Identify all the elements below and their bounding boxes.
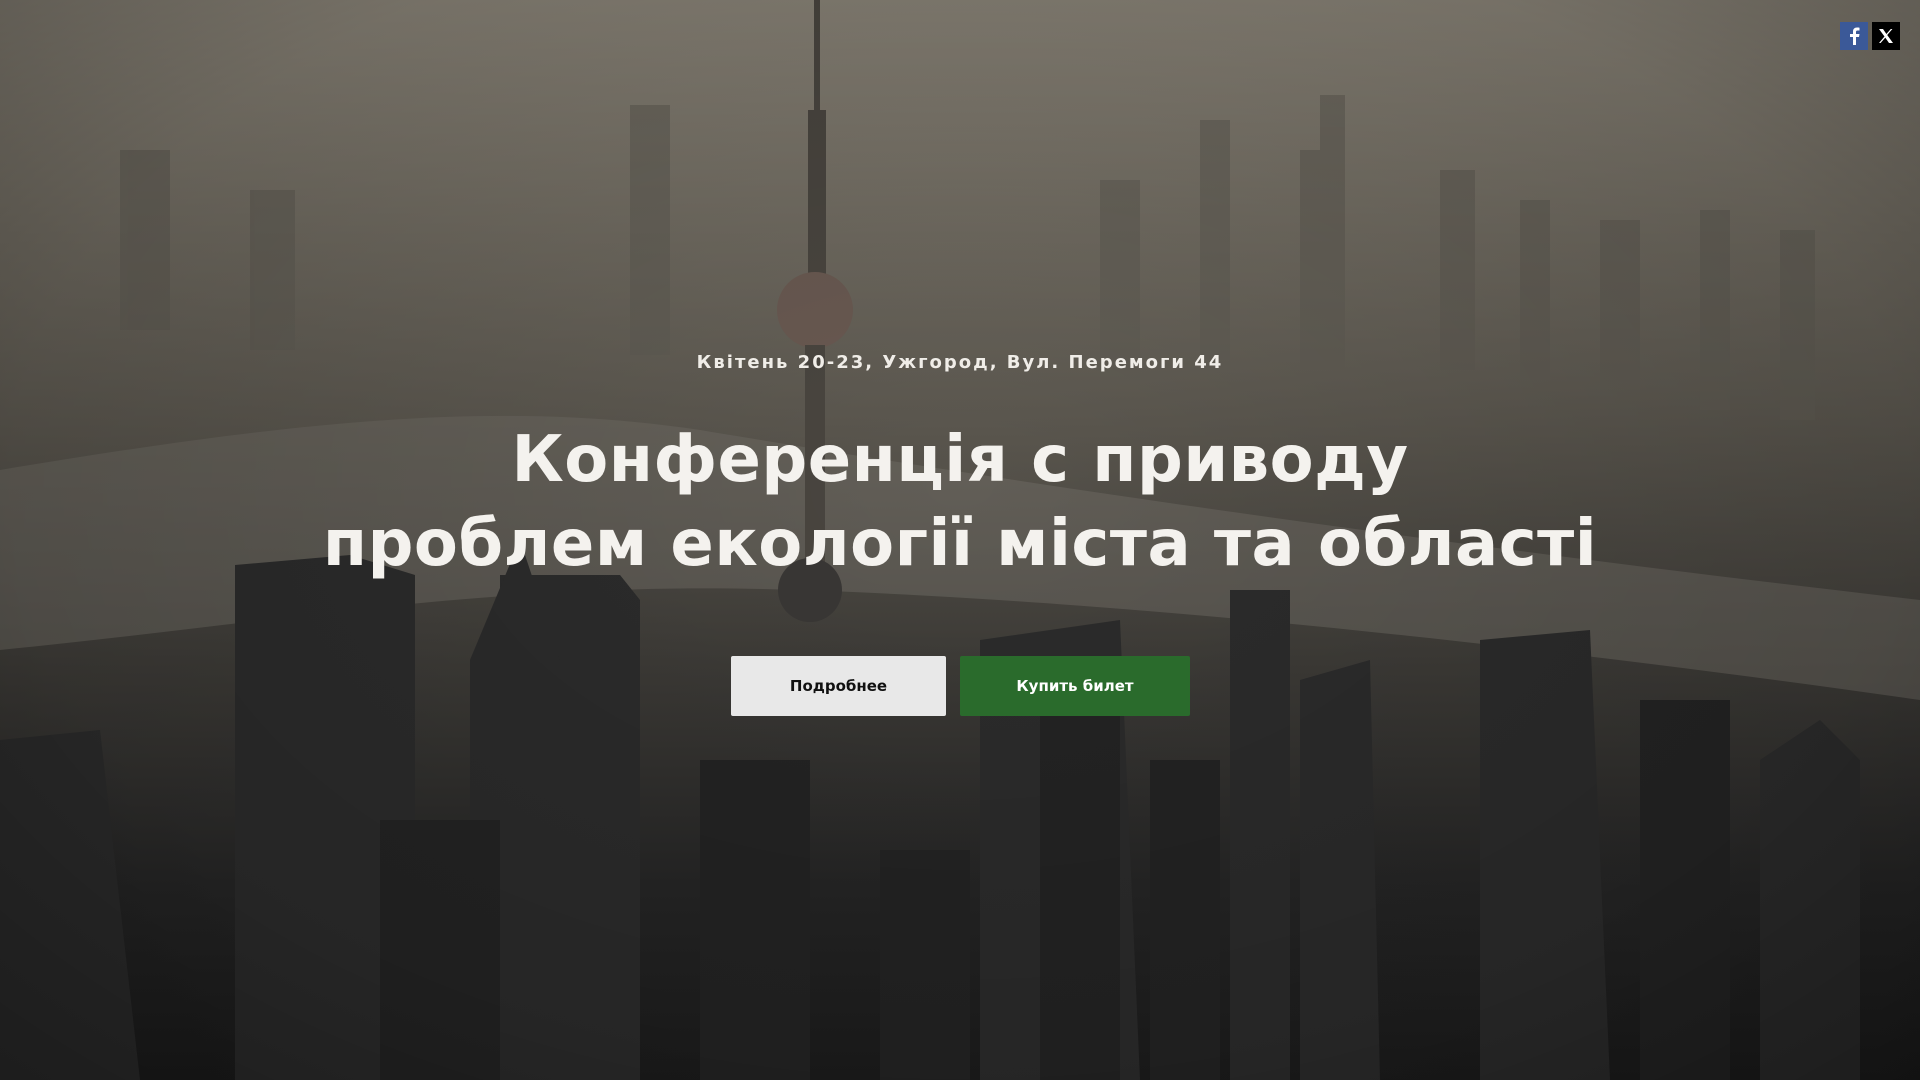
hero-section: Квітень 20-23, Ужгород, Вул. Перемоги 44… [0, 0, 1920, 1080]
facebook-icon [1850, 27, 1860, 45]
social-share-bar [1840, 22, 1900, 50]
x-twitter-icon [1879, 29, 1893, 43]
title-line-2: проблем екології міста та області [322, 507, 1598, 581]
x-share-button[interactable] [1872, 22, 1900, 50]
more-info-button[interactable]: Подробнее [731, 656, 946, 716]
event-info: Квітень 20-23, Ужгород, Вул. Перемоги 44 [696, 352, 1224, 373]
page-title: Конференція с приводу проблем екології м… [0, 418, 1920, 586]
buy-ticket-button[interactable]: Купить билет [960, 656, 1190, 716]
hero-buttons: Подробнее Купить билет [731, 656, 1190, 716]
title-line-1: Конференція с приводу [511, 423, 1409, 497]
facebook-share-button[interactable] [1840, 22, 1868, 50]
